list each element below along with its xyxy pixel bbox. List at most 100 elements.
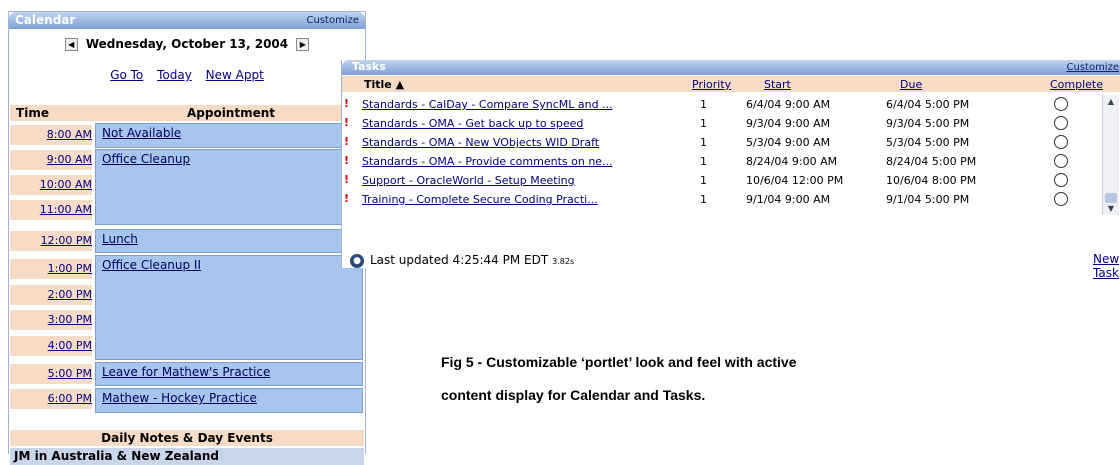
time-link[interactable]: 8:00 AM bbox=[47, 128, 92, 141]
appointment-title[interactable]: Leave for Mathew's Practice bbox=[102, 365, 270, 379]
time-slot[interactable]: 12:00 PM bbox=[10, 231, 92, 251]
time-slot[interactable]: 3:00 PM bbox=[10, 310, 92, 330]
time-slot[interactable]: 11:00 AM bbox=[10, 200, 92, 220]
task-due: 9/3/04 5:00 PM bbox=[886, 117, 970, 130]
due-column-header[interactable]: Due bbox=[900, 78, 922, 91]
appointment-block[interactable]: Office Cleanup II bbox=[95, 255, 363, 360]
time-link[interactable]: 5:00 PM bbox=[48, 367, 92, 380]
appointment-column-header: Appointment bbox=[186, 106, 276, 120]
time-slot[interactable]: 2:00 PM bbox=[10, 285, 92, 305]
priority-column-header[interactable]: Priority bbox=[692, 78, 731, 91]
task-start: 9/3/04 9:00 AM bbox=[746, 117, 831, 130]
tasks-column-header: Title ▲ Priority Start Due Complete bbox=[342, 76, 1120, 92]
next-day-icon[interactable]: ▶ bbox=[296, 38, 310, 51]
complete-column-header[interactable]: Complete bbox=[1050, 78, 1103, 91]
task-due: 6/4/04 5:00 PM bbox=[886, 98, 970, 111]
time-link[interactable]: 4:00 PM bbox=[48, 339, 92, 352]
last-updated-text: Last updated 4:25:44 PM EDT bbox=[370, 253, 549, 267]
task-row: ! Training - Complete Secure Coding Prac… bbox=[342, 190, 1120, 209]
time-link[interactable]: 10:00 AM bbox=[40, 178, 92, 191]
task-start: 8/24/04 9:00 AM bbox=[746, 155, 838, 168]
time-slot[interactable]: 1:00 PM bbox=[10, 259, 92, 279]
time-link[interactable]: 9:00 AM bbox=[47, 153, 92, 166]
scroll-up-icon[interactable]: ▲ bbox=[1105, 97, 1117, 106]
date-navigator: ◀ Wednesday, October 13, 2004 ▶ bbox=[9, 37, 365, 51]
task-title[interactable]: Standards - OMA - Provide comments on ne… bbox=[362, 155, 613, 168]
tasks-scrollbar[interactable]: ▲ ▼ bbox=[1102, 95, 1119, 215]
appointment-title[interactable]: Lunch bbox=[102, 232, 138, 246]
task-priority: 1 bbox=[700, 117, 707, 130]
tasks-customize-link[interactable]: Customize bbox=[1067, 62, 1120, 73]
calendar-header: Calendar Customize bbox=[9, 12, 365, 29]
task-row: ! Standards - OMA - New VObjects WID Dra… bbox=[342, 133, 1120, 152]
appointment-block[interactable]: Leave for Mathew's Practice bbox=[95, 362, 363, 386]
time-link[interactable]: 3:00 PM bbox=[48, 313, 92, 326]
task-due: 10/6/04 8:00 PM bbox=[886, 174, 977, 187]
elapsed-seconds: 3.82s bbox=[552, 257, 575, 266]
tasks-title: Tasks bbox=[352, 60, 386, 73]
task-priority: 1 bbox=[700, 155, 707, 168]
prev-day-icon[interactable]: ◀ bbox=[64, 38, 78, 51]
priority-flag-icon: ! bbox=[344, 97, 350, 110]
appointment-block[interactable]: Not Available bbox=[95, 123, 363, 148]
scroll-down-icon[interactable]: ▼ bbox=[1105, 204, 1117, 213]
goto-link[interactable]: Go To bbox=[110, 68, 143, 82]
complete-radio[interactable] bbox=[1054, 97, 1068, 111]
appointment-block[interactable]: Lunch bbox=[95, 229, 363, 253]
time-link[interactable]: 2:00 PM bbox=[48, 288, 92, 301]
priority-flag-icon: ! bbox=[344, 154, 350, 167]
calendar-customize-link[interactable]: Customize bbox=[307, 15, 360, 26]
time-slot[interactable]: 10:00 AM bbox=[10, 175, 92, 195]
appointment-title[interactable]: Mathew - Hockey Practice bbox=[102, 391, 257, 405]
appointment-block[interactable]: Office Cleanup bbox=[95, 149, 363, 225]
tasks-portlet: Tasks Customize Title ▲ Priority Start D… bbox=[341, 60, 1120, 280]
new-task-link[interactable]: New Task bbox=[1093, 252, 1120, 280]
task-title[interactable]: Standards - CalDay - Compare SyncML and … bbox=[362, 98, 613, 111]
appointment-title[interactable]: Office Cleanup II bbox=[102, 258, 201, 272]
time-link[interactable]: 6:00 PM bbox=[48, 392, 92, 405]
caption-line-2: content display for Calendar and Tasks. bbox=[441, 387, 706, 403]
task-row: ! Standards - OMA - Get back up to speed… bbox=[342, 114, 1120, 133]
complete-radio[interactable] bbox=[1054, 173, 1068, 187]
complete-radio[interactable] bbox=[1054, 192, 1068, 206]
priority-flag-icon: ! bbox=[344, 173, 350, 186]
today-link[interactable]: Today bbox=[157, 68, 192, 82]
priority-flag-icon: ! bbox=[344, 116, 350, 129]
time-link[interactable]: 1:00 PM bbox=[48, 262, 92, 275]
time-slot[interactable]: 8:00 AM bbox=[10, 125, 92, 145]
last-updated: ● Last updated 4:25:44 PM EDT 3.82s bbox=[350, 253, 574, 268]
title-column-sort[interactable]: Title ▲ bbox=[364, 78, 404, 91]
task-title[interactable]: Standards - OMA - New VObjects WID Draft bbox=[362, 136, 599, 149]
complete-radio[interactable] bbox=[1054, 135, 1068, 149]
time-slot[interactable]: 6:00 PM bbox=[10, 389, 92, 409]
time-link[interactable]: 11:00 AM bbox=[40, 203, 92, 216]
time-slot[interactable]: 9:00 AM bbox=[10, 150, 92, 170]
task-start: 6/4/04 9:00 AM bbox=[746, 98, 831, 111]
globe-icon: ● bbox=[350, 253, 364, 268]
time-slot[interactable]: 5:00 PM bbox=[10, 364, 92, 384]
appointment-title[interactable]: Office Cleanup bbox=[102, 152, 190, 166]
task-due: 5/3/04 5:00 PM bbox=[886, 136, 970, 149]
time-link[interactable]: 12:00 PM bbox=[41, 234, 92, 247]
appointment-title[interactable]: Not Available bbox=[102, 126, 181, 140]
time-slot[interactable]: 4:00 PM bbox=[10, 336, 92, 356]
daily-note-item[interactable]: JM in Australia & New Zealand bbox=[10, 448, 364, 465]
task-priority: 1 bbox=[700, 193, 707, 206]
appointment-block[interactable]: Mathew - Hockey Practice bbox=[95, 388, 363, 413]
task-due: 9/1/04 5:00 PM bbox=[886, 193, 970, 206]
priority-flag-icon: ! bbox=[344, 192, 350, 205]
scroll-thumb[interactable] bbox=[1105, 193, 1117, 203]
task-title[interactable]: Standards - OMA - Get back up to speed bbox=[362, 117, 583, 130]
calendar-title: Calendar bbox=[15, 13, 76, 27]
complete-radio[interactable] bbox=[1054, 154, 1068, 168]
tasks-header: Tasks Customize bbox=[342, 60, 1120, 75]
new-appt-link[interactable]: New Appt bbox=[206, 68, 264, 82]
task-start: 5/3/04 9:00 AM bbox=[746, 136, 831, 149]
task-due: 8/24/04 5:00 PM bbox=[886, 155, 977, 168]
task-priority: 1 bbox=[700, 136, 707, 149]
task-title[interactable]: Training - Complete Secure Coding Practi… bbox=[362, 193, 598, 206]
start-column-header[interactable]: Start bbox=[764, 78, 791, 91]
task-title[interactable]: Support - OracleWorld - Setup Meeting bbox=[362, 174, 575, 187]
task-row: ! Standards - CalDay - Compare SyncML an… bbox=[342, 95, 1120, 114]
complete-radio[interactable] bbox=[1054, 116, 1068, 130]
